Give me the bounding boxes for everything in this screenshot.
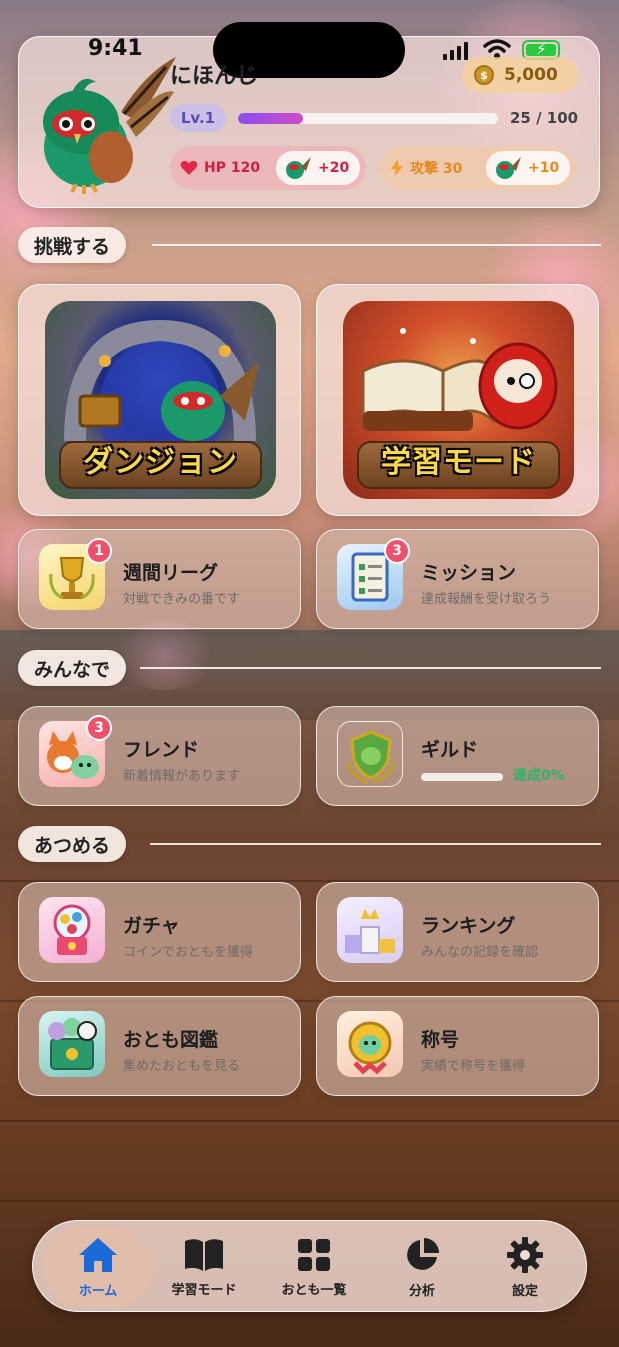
xp-text: 25 / 100 <box>510 109 579 127</box>
tab-bar: ホーム 学習モード おとも一覧 分析 設定 <box>32 1220 587 1312</box>
hp-label: HP 120 <box>204 160 261 176</box>
ranking-subtitle: みんなの記録を確認 <box>421 945 539 960</box>
tab-companions[interactable]: おとも一覧 <box>259 1227 369 1307</box>
gacha-machine-icon <box>39 897 105 963</box>
notification-badge: 1 <box>86 538 112 564</box>
tab-home-label: ホーム <box>78 1283 118 1299</box>
attack-bonus: +10 <box>486 151 570 185</box>
companion-book-title: おとも図鑑 <box>123 1029 219 1051</box>
heart-icon <box>180 160 198 175</box>
ranking-title: ランキング <box>421 915 516 937</box>
coin-amount: 5,000 <box>504 65 558 85</box>
section-collect: あつめる <box>18 826 127 862</box>
book-icon <box>185 1238 223 1271</box>
ranking-card[interactable]: ランキング みんなの記録を確認 <box>316 882 599 982</box>
lightning-icon <box>391 159 403 177</box>
title-card[interactable]: 称号 実績で称号を獲得 <box>316 996 599 1096</box>
grid-icon <box>298 1238 330 1271</box>
level-badge: Lv.1 <box>170 104 226 132</box>
dungeon-card[interactable]: ダンジョン <box>18 284 301 516</box>
attack-bonus-value: +10 <box>528 160 560 176</box>
signal-icon <box>443 42 468 60</box>
bird-icon <box>286 157 311 179</box>
gacha-title: ガチャ <box>123 915 180 937</box>
tab-study[interactable]: 学習モード <box>149 1227 259 1307</box>
book-icon <box>39 1011 105 1077</box>
tab-settings-label: 設定 <box>511 1283 538 1299</box>
guild-progress-text: 達成0% <box>513 768 565 784</box>
tab-study-label: 学習モード <box>171 1282 237 1298</box>
study-mode-card[interactable]: 学習モード <box>316 284 599 516</box>
section-together: みんなで <box>18 650 127 686</box>
friend-title: フレンド <box>123 739 200 761</box>
mission-subtitle: 達成報酬を受け取ろう <box>421 592 552 607</box>
attack-stat: 攻撃 30 +10 <box>380 146 576 190</box>
medal-icon <box>337 1011 403 1077</box>
section-challenge: 挑戦する <box>18 227 127 263</box>
title-card-title: 称号 <box>421 1029 460 1051</box>
hp-stat: HP 120 +20 <box>170 146 366 190</box>
study-mode-image: 学習モード <box>343 301 574 499</box>
tab-settings[interactable]: 設定 <box>470 1227 580 1307</box>
hp-bonus: +20 <box>276 151 360 185</box>
notification-badge: 3 <box>384 538 410 564</box>
xp-progress-bar <box>238 113 498 124</box>
pie-chart-icon <box>407 1237 439 1270</box>
section-divider <box>140 667 601 669</box>
friend-subtitle: 新着情報があります <box>123 769 241 784</box>
home-icon <box>79 1237 117 1272</box>
tab-companions-label: おとも一覧 <box>281 1282 347 1298</box>
dungeon-title: ダンジョン <box>83 445 238 480</box>
attack-label: 攻撃 30 <box>410 161 463 177</box>
study-mode-title: 学習モード <box>381 445 536 480</box>
dungeon-image: ダンジョン <box>45 301 276 499</box>
tab-analysis-label: 分析 <box>408 1283 435 1299</box>
guild-progress-bar <box>421 773 503 781</box>
companion-book-card[interactable]: おとも図鑑 集めたおともを見る <box>18 996 301 1096</box>
username: にほんじ <box>170 64 259 89</box>
title-card-subtitle: 実績で称号を獲得 <box>421 1059 526 1074</box>
mission-card[interactable]: 3 ミッション 達成報酬を受け取ろう <box>316 529 599 629</box>
hp-bonus-value: +20 <box>318 160 350 176</box>
companion-book-subtitle: 集めたおともを見る <box>123 1059 241 1074</box>
notification-badge: 3 <box>86 715 112 741</box>
avatar[interactable] <box>26 52 176 197</box>
tab-home[interactable]: ホーム <box>43 1227 153 1307</box>
guild-card[interactable]: ギルド 達成0% <box>316 706 599 806</box>
weekly-league-title: 週間リーグ <box>123 562 219 584</box>
weekly-league-card[interactable]: 1 週間リーグ 対戦できみの番です <box>18 529 301 629</box>
gacha-card[interactable]: ガチャ コインでおともを獲得 <box>18 882 301 982</box>
bird-icon <box>496 157 521 179</box>
section-divider <box>152 244 601 246</box>
friend-card[interactable]: 3 フレンド 新着情報があります <box>18 706 301 806</box>
gacha-subtitle: コインでおともを獲得 <box>123 945 254 960</box>
section-divider <box>150 843 601 845</box>
weekly-league-subtitle: 対戦できみの番です <box>123 592 241 607</box>
tab-analysis[interactable]: 分析 <box>367 1227 477 1307</box>
coin-icon: $ <box>474 65 494 85</box>
gear-icon <box>507 1236 543 1273</box>
mission-title: ミッション <box>421 562 517 584</box>
guild-title: ギルド <box>421 739 479 761</box>
coin-balance[interactable]: $ 5,000 <box>462 57 578 93</box>
guild-emblem-icon <box>337 721 403 787</box>
podium-icon <box>337 897 403 963</box>
